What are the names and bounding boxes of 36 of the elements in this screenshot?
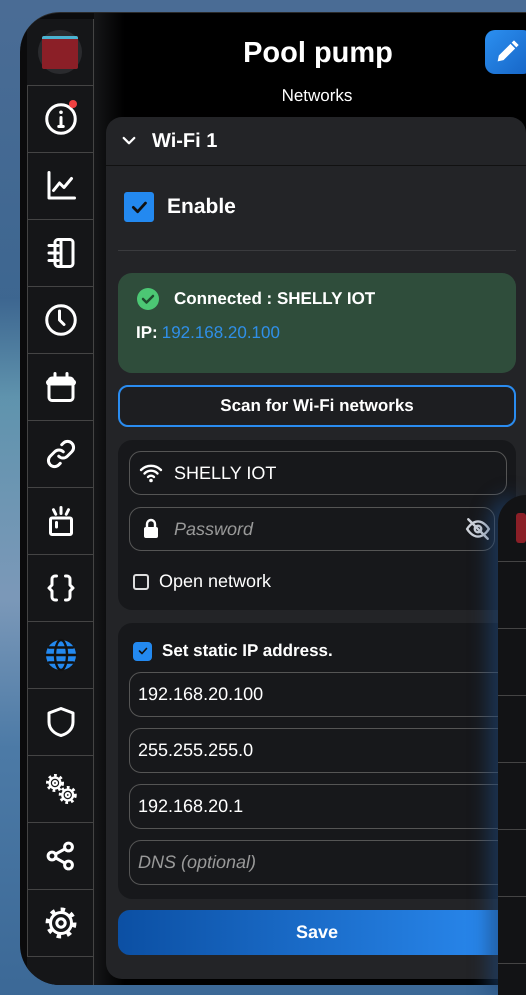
sidebar-item[interactable] (27, 354, 93, 421)
sidebar-item[interactable] (27, 287, 93, 354)
scan-networks-button[interactable]: Scan for Wi-Fi networks (118, 385, 516, 427)
sidebar-item[interactable] (27, 220, 93, 287)
clock-icon (42, 302, 78, 338)
sidebar-item[interactable] (27, 153, 93, 220)
connection-status-text: Connected : SHELLY IOT (174, 289, 376, 309)
device-title: Pool pump (243, 36, 393, 71)
sidebar-item[interactable] (27, 823, 93, 890)
device-logo-icon (38, 30, 82, 74)
eye-slash-icon[interactable] (465, 516, 491, 542)
page-subtitle: Networks (280, 85, 354, 107)
password-field[interactable]: Password (129, 507, 495, 551)
sidebar-item[interactable] (27, 421, 93, 488)
sidebar-item[interactable] (27, 488, 93, 555)
enable-label: Enable (167, 195, 236, 219)
ip-address: 192.168.20.100 (162, 323, 280, 342)
check-circle-icon (136, 287, 160, 311)
static-ip-label: Set static IP address. (162, 641, 333, 661)
ssid-field[interactable]: SHELLY IOT (129, 451, 507, 495)
edit-button[interactable] (485, 30, 526, 74)
sidebar-item[interactable] (27, 756, 93, 823)
device-thumbnail-icon (516, 513, 526, 543)
section-header[interactable]: Wi-Fi 1 (106, 117, 526, 166)
checkbox[interactable] (133, 642, 152, 660)
sidebar-item[interactable] (27, 689, 93, 756)
open-network-label: Open network (159, 571, 272, 592)
ip-label: IP: (136, 323, 158, 342)
checkbox[interactable] (124, 192, 154, 222)
sidebar-item[interactable] (27, 86, 93, 153)
checkmark-icon (136, 645, 148, 657)
sidebar-item[interactable] (27, 555, 93, 622)
sidebar-item[interactable] (27, 890, 93, 957)
settings-icon (42, 905, 78, 941)
info-icon (42, 101, 78, 137)
globe-icon (42, 637, 78, 673)
